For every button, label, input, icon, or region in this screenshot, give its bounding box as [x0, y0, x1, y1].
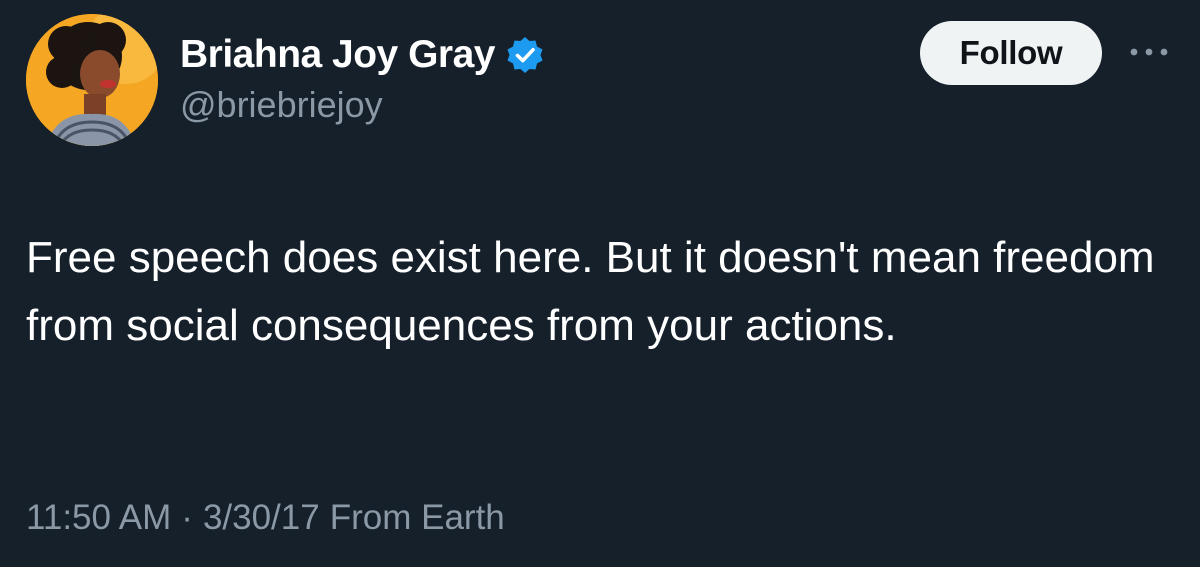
- follow-button[interactable]: Follow: [920, 21, 1102, 85]
- author-handle[interactable]: @briebriejoy: [180, 84, 383, 126]
- more-dots-icon[interactable]: [1124, 34, 1174, 70]
- tweet-text: Free speech does exist here. But it does…: [26, 233, 1155, 350]
- author-display-name[interactable]: Briahna Joy Gray: [180, 33, 495, 77]
- profile-photo: [26, 14, 158, 146]
- tweet-date[interactable]: 3/30/17: [203, 498, 320, 538]
- tweet-metadata: 11:50 AM · 3/30/17 From Earth: [26, 498, 505, 538]
- tweet-card: Briahna Joy Gray @briebriejoy Follow Fre…: [0, 0, 1200, 567]
- tweet-source: From Earth: [329, 498, 505, 537]
- verified-badge-icon[interactable]: [505, 35, 545, 75]
- meta-separator: ·: [181, 498, 193, 537]
- avatar[interactable]: [26, 14, 158, 146]
- tweet-time[interactable]: 11:50 AM: [26, 498, 171, 538]
- author-name-row[interactable]: Briahna Joy Gray: [180, 30, 545, 80]
